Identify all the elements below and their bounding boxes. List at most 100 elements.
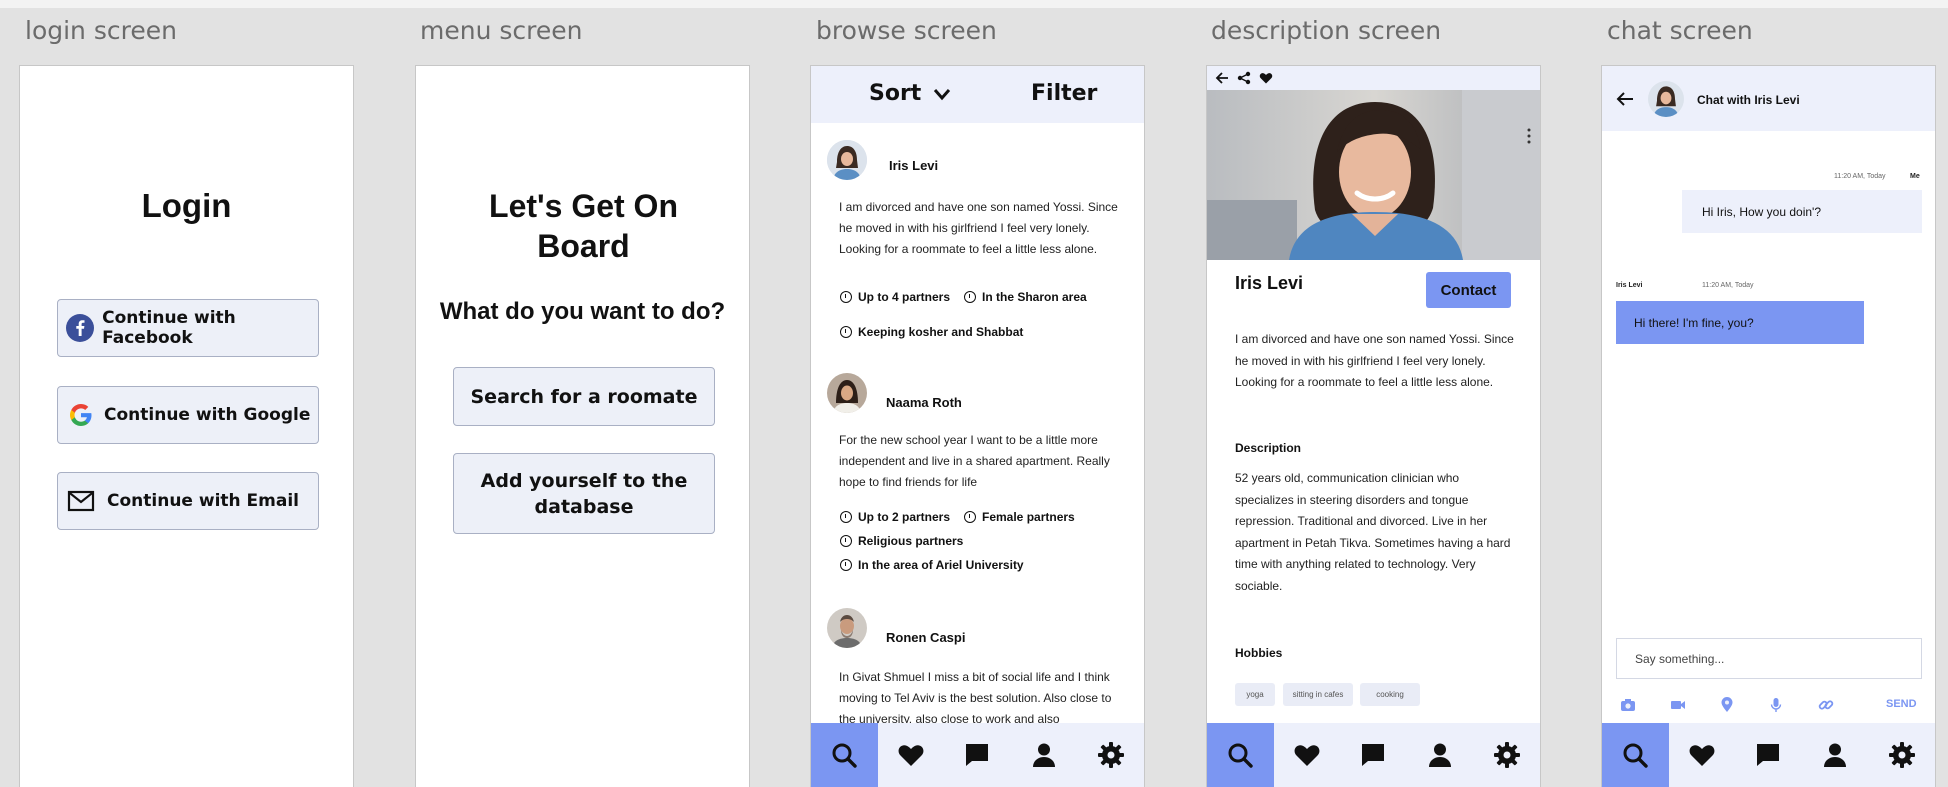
bottom-nav: [1602, 723, 1935, 787]
send-button[interactable]: SEND: [1886, 698, 1917, 710]
facebook-label: Continue with Facebook: [102, 308, 236, 348]
message-sender: Me: [1910, 173, 1920, 180]
info-circle-icon: [964, 291, 976, 303]
location-pin-icon[interactable]: [1720, 697, 1734, 713]
gear-icon: [1888, 742, 1915, 768]
post-text: In Givat Shmuel I miss a bit of social l…: [839, 670, 1112, 726]
hobbies-heading: Hobbies: [1235, 646, 1283, 660]
gear-icon: [1493, 742, 1520, 768]
info-circle-icon: [840, 535, 852, 547]
back-arrow-icon[interactable]: [1616, 91, 1634, 107]
user-icon: [1429, 743, 1452, 767]
avatar: [827, 373, 867, 413]
profile-photo: [1207, 90, 1540, 260]
continue-with-email-button[interactable]: Continue with Email: [57, 472, 319, 530]
heart-icon: [1294, 745, 1320, 766]
continue-with-google-button[interactable]: Continue with Google: [57, 386, 319, 444]
info-circle-icon: [840, 511, 852, 523]
user-icon: [1033, 743, 1056, 767]
description-header: [1207, 66, 1540, 90]
nav-messages[interactable]: [1340, 723, 1407, 787]
nav-settings[interactable]: [1473, 723, 1540, 787]
nav-search[interactable]: [1602, 723, 1669, 787]
bottom-nav: [1207, 723, 1540, 787]
chat-header: Chat with Iris Levi: [1602, 66, 1935, 131]
info-circle-icon: [840, 559, 852, 571]
nav-profile[interactable]: [1407, 723, 1474, 787]
nav-search[interactable]: [811, 723, 878, 787]
nav-profile[interactable]: [1011, 723, 1078, 787]
search-icon: [832, 743, 857, 768]
heart-icon[interactable]: [1259, 71, 1273, 85]
post-tag: Keeping kosher and Shabbat: [840, 325, 1023, 339]
hobby-chip: yoga: [1235, 683, 1275, 706]
google-icon: [66, 400, 96, 430]
menu-subtitle: What do you want to do?: [439, 298, 726, 325]
message-bubble-received: Hi there! I'm fine, you?: [1616, 301, 1864, 344]
google-label: Continue with Google: [104, 405, 311, 425]
nav-favorites[interactable]: [878, 723, 945, 787]
email-label: Continue with Email: [107, 491, 299, 511]
bottom-nav: [811, 723, 1144, 787]
chat-toolbar: SEND: [1616, 696, 1922, 714]
microphone-icon[interactable]: [1770, 697, 1782, 713]
camera-icon[interactable]: [1620, 698, 1636, 712]
nav-favorites[interactable]: [1274, 723, 1341, 787]
avatar: [827, 140, 867, 180]
share-icon[interactable]: [1237, 71, 1251, 85]
label-browse-screen: browse screen: [816, 16, 997, 45]
label-login-screen: login screen: [25, 16, 177, 45]
nav-messages[interactable]: [944, 723, 1011, 787]
search-icon: [1623, 743, 1648, 768]
post-tag: Religious partners: [840, 534, 963, 548]
label-chat-screen: chat screen: [1607, 16, 1753, 45]
back-arrow-icon[interactable]: [1215, 71, 1229, 85]
message-bubble-sent: Hi Iris, How you doin'?: [1682, 190, 1922, 233]
link-icon[interactable]: [1818, 697, 1834, 713]
post-text: I am divorced and have one son named Yos…: [839, 200, 1118, 256]
gear-icon: [1097, 742, 1124, 768]
chat-screen: Chat with Iris Levi 11:20 AM, Today Me H…: [1601, 65, 1936, 787]
info-circle-icon: [840, 291, 852, 303]
message-input[interactable]: Say something...: [1616, 638, 1922, 679]
search-icon: [1228, 743, 1253, 768]
menu-title: Let's Get On Board: [489, 188, 678, 264]
chat-title: Chat with Iris Levi: [1697, 93, 1800, 107]
filter-button[interactable]: Filter: [1031, 81, 1097, 106]
nav-search[interactable]: [1207, 723, 1274, 787]
facebook-icon: [66, 313, 95, 343]
menu-screen: Let's Get On Board What do you want to d…: [415, 65, 750, 787]
nav-favorites[interactable]: [1669, 723, 1736, 787]
user-icon: [1824, 743, 1847, 767]
login-screen: Login Continue with Facebook Continue wi…: [19, 65, 354, 787]
add-yourself-button[interactable]: Add yourself to the database: [453, 453, 715, 534]
video-icon[interactable]: [1670, 698, 1686, 712]
post-tag: Up to 4 partners: [840, 290, 950, 304]
nav-profile[interactable]: [1802, 723, 1869, 787]
description-screen: Iris Levi Contact I am divorced and have…: [1206, 65, 1541, 787]
chat-bubble-icon: [1362, 744, 1385, 766]
avatar: [1648, 81, 1684, 117]
browse-header: Sort Filter: [811, 66, 1144, 123]
hobby-chip: cooking: [1360, 683, 1420, 706]
top-strip: [0, 0, 1948, 8]
profile-intro: I am divorced and have one son named Yos…: [1235, 332, 1514, 389]
sort-label: Sort: [869, 81, 922, 106]
post-tag: In the Sharon area: [964, 290, 1087, 304]
post-author: Iris Levi: [889, 158, 939, 173]
nav-settings[interactable]: [1077, 723, 1144, 787]
search-roommate-button[interactable]: Search for a roomate: [453, 367, 715, 426]
post-text: For the new school year I want to be a l…: [839, 433, 1110, 489]
nav-settings[interactable]: [1868, 723, 1935, 787]
mail-icon: [66, 486, 96, 516]
contact-button[interactable]: Contact: [1426, 272, 1511, 308]
hobby-chip: sitting in cafes: [1283, 683, 1353, 706]
message-time: 11:20 AM, Today: [1834, 173, 1886, 180]
nav-messages[interactable]: [1735, 723, 1802, 787]
chat-bubble-icon: [1757, 744, 1780, 766]
post-author: Naama Roth: [886, 395, 962, 410]
continue-with-facebook-button[interactable]: Continue with Facebook: [57, 299, 319, 357]
post-tag: Up to 2 partners: [840, 510, 950, 524]
post-tag: In the area of Ariel University: [840, 558, 1024, 572]
sort-button[interactable]: Sort: [869, 81, 951, 106]
